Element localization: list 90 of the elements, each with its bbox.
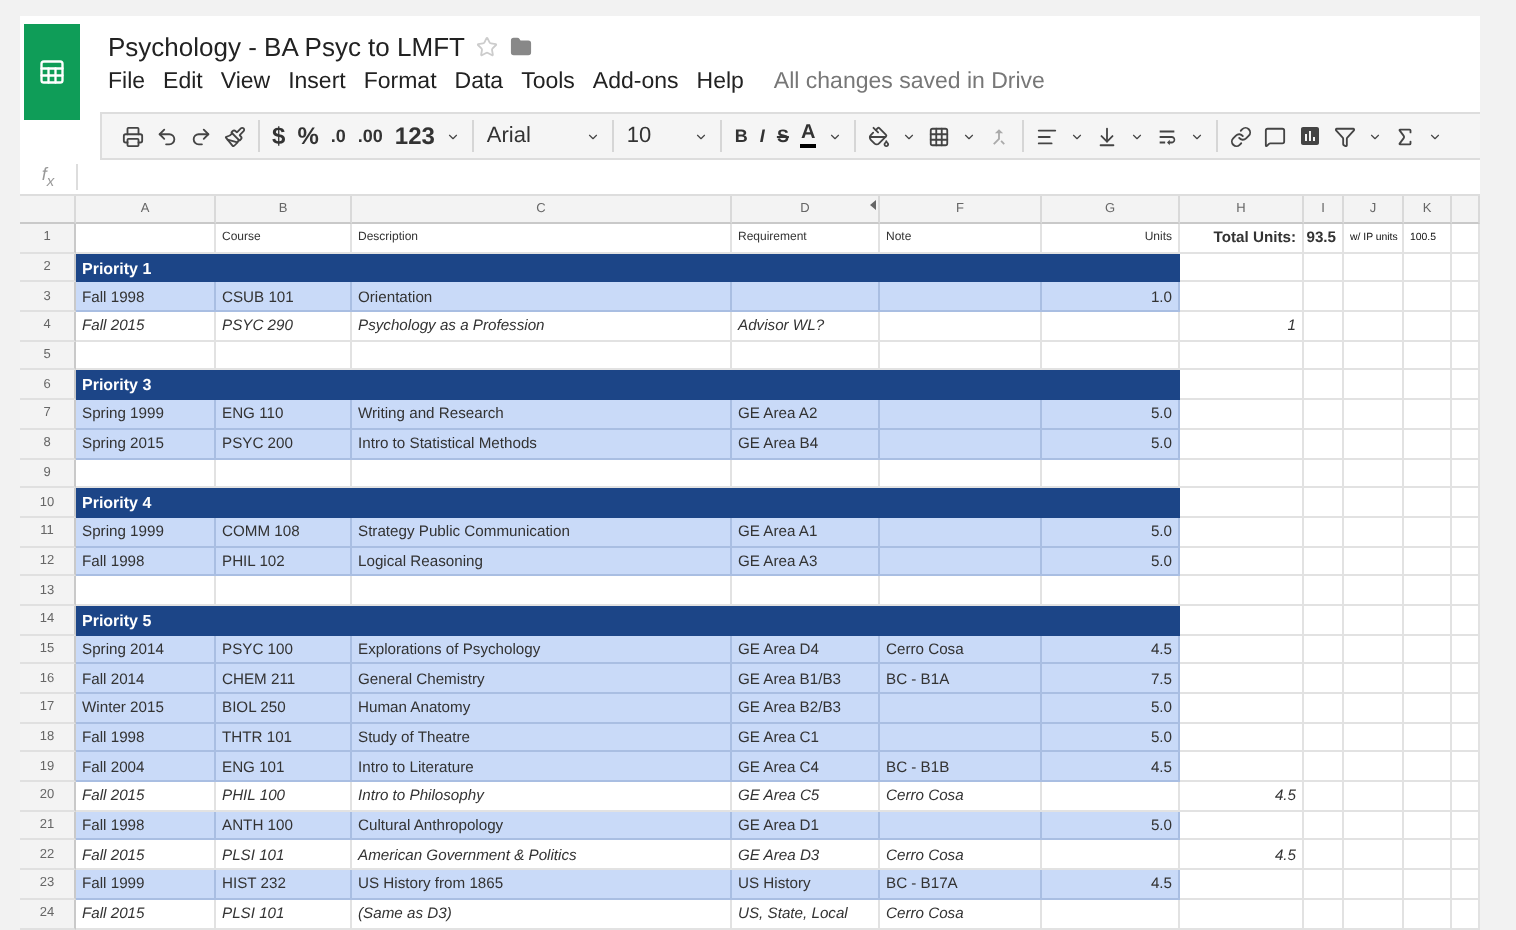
menu-item[interactable]: File: [108, 70, 146, 94]
strikethrough-button[interactable]: S: [776, 126, 789, 146]
vertical-align-icon[interactable]: [1095, 125, 1118, 147]
dropdown-caret-icon[interactable]: [961, 129, 976, 143]
decrease-decimal-button[interactable]: .0: [330, 126, 346, 146]
empty-cell: [1452, 253, 1480, 283]
empty-cell: [1452, 341, 1480, 371]
empty-cell: [1452, 899, 1480, 929]
section-header: Priority 5: [76, 605, 1180, 636]
empty-cell: [1452, 635, 1480, 665]
font-dropdown[interactable]: Arial: [486, 124, 575, 148]
empty-cell: [1452, 370, 1480, 401]
menu-item[interactable]: Format: [363, 70, 437, 94]
print-icon[interactable]: [122, 125, 144, 147]
text-wrap-icon[interactable]: [1155, 125, 1178, 147]
filter-icon[interactable]: [1333, 125, 1356, 147]
dropdown-caret-icon[interactable]: [901, 129, 916, 143]
empty-cell: [1404, 459, 1452, 489]
empty-cell: [1180, 459, 1304, 489]
link-icon[interactable]: [1229, 125, 1252, 147]
menu-item[interactable]: Edit: [163, 70, 203, 94]
chart-icon[interactable]: [1297, 124, 1322, 148]
empty-cell: [1304, 576, 1344, 606]
empty-cell: [1452, 547, 1480, 577]
dropdown-caret-icon[interactable]: [1129, 129, 1144, 143]
empty-cell: [1452, 840, 1480, 871]
redo-icon[interactable]: [190, 125, 212, 147]
borders-icon[interactable]: [927, 125, 950, 147]
menu-item[interactable]: View: [220, 70, 271, 94]
section-header: Priority 4: [76, 488, 1180, 518]
empty-cell: [1452, 429, 1480, 459]
empty-cell: [1304, 459, 1344, 489]
undo-icon[interactable]: [156, 125, 178, 147]
empty-cell: [1180, 576, 1304, 606]
percent-button[interactable]: %: [297, 122, 319, 150]
empty-cell: [1452, 782, 1480, 812]
empty-cell: [1304, 341, 1344, 371]
dropdown-caret-icon[interactable]: [586, 129, 601, 143]
dropdown-caret-icon[interactable]: [446, 129, 461, 143]
folder-icon[interactable]: [510, 36, 533, 58]
dropdown-caret-icon[interactable]: [1367, 129, 1382, 143]
section-header: Priority 1: [76, 253, 1180, 283]
empty-cell: [1452, 870, 1480, 900]
font-size-dropdown[interactable]: 10: [626, 124, 683, 148]
empty-cell: [1404, 341, 1452, 371]
comment-icon[interactable]: [1263, 125, 1286, 147]
empty-cell: [1452, 723, 1480, 753]
empty-cell: [1344, 341, 1404, 371]
empty-cell: [1452, 605, 1480, 636]
save-status: All changes saved in Drive: [773, 70, 1045, 94]
section-header: Priority 3: [76, 370, 1180, 401]
paint-format-icon[interactable]: [224, 125, 246, 147]
empty-cell: [1452, 576, 1480, 606]
empty-cell: [1452, 694, 1480, 724]
empty-cell: [1452, 811, 1480, 841]
empty-cell: [1404, 576, 1452, 606]
fill-color-icon[interactable]: [867, 125, 890, 147]
formula-label: f$_{x}$: [20, 164, 78, 190]
empty-cell: [1452, 752, 1480, 783]
empty-cell: [1180, 341, 1304, 371]
empty-cell: [1344, 576, 1404, 606]
currency-button[interactable]: $: [272, 122, 286, 150]
dropdown-caret-icon[interactable]: [827, 129, 842, 143]
empty-cell: [1452, 664, 1480, 694]
dropdown-caret-icon[interactable]: [1427, 129, 1442, 143]
document-title[interactable]: Psychology - BA Psyc to LMFT: [108, 32, 465, 62]
sigma-icon[interactable]: [1393, 125, 1416, 147]
align-left-icon[interactable]: [1035, 125, 1058, 147]
menu-item[interactable]: Tools: [521, 70, 575, 94]
empty-cell: [1452, 517, 1480, 548]
empty-cell: [1452, 312, 1480, 342]
increase-decimal-button[interactable]: .00: [357, 126, 383, 146]
menu-item[interactable]: Data: [454, 70, 504, 94]
star-icon[interactable]: [476, 36, 499, 58]
empty-cell: [1452, 488, 1480, 518]
empty-cell: [1452, 400, 1480, 430]
dropdown-caret-icon[interactable]: [1069, 129, 1084, 143]
menu-item[interactable]: Add-ons: [592, 70, 679, 94]
menu-item[interactable]: Insert: [288, 70, 346, 94]
number-format-button[interactable]: 123: [394, 122, 435, 150]
bold-button[interactable]: B: [734, 126, 748, 146]
empty-cell: [1452, 459, 1480, 489]
sheets-logo-icon[interactable]: [24, 24, 80, 120]
dropdown-caret-icon[interactable]: [694, 129, 709, 143]
empty-cell: [1344, 459, 1404, 489]
menu-item[interactable]: Help: [696, 70, 744, 94]
italic-button[interactable]: I: [759, 126, 765, 146]
dropdown-caret-icon[interactable]: [1189, 129, 1204, 143]
empty-cell: [1452, 282, 1480, 313]
text-color-button[interactable]: A: [800, 124, 816, 148]
